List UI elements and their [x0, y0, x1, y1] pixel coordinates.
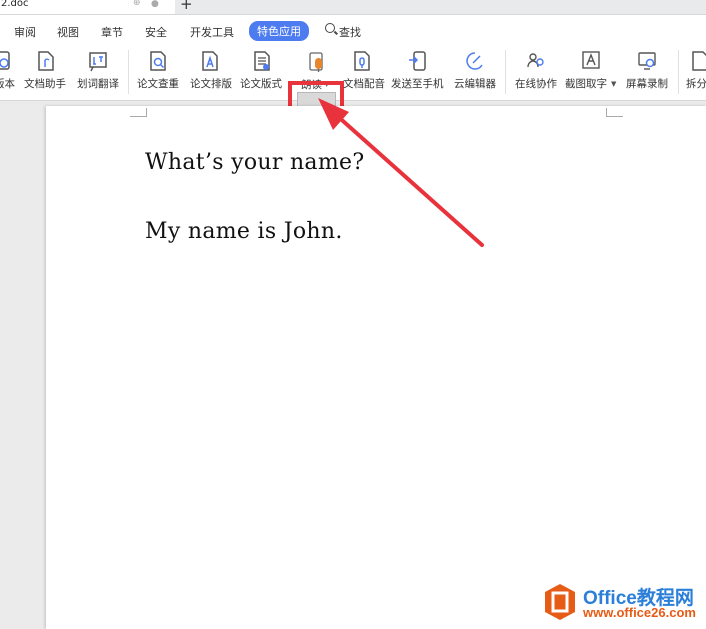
document-dubbing-label: 文档配音: [343, 78, 385, 90]
word-translate-button[interactable]: 划词翻译: [75, 44, 123, 98]
document-assistant-label: 文档助手: [24, 78, 66, 90]
split-label: 拆分: [686, 78, 706, 90]
word-translate-label: 划词翻译: [77, 78, 119, 90]
tab-status-dot-icon[interactable]: ●: [151, 0, 159, 9]
paper-format-icon: [254, 51, 270, 71]
menu-review[interactable]: 审阅: [14, 24, 36, 40]
office-logo: [545, 584, 575, 620]
ribbon-toolbar: 版本 文档助手 划词翻译 论文查重 论文排版 论文版式 朗读 ▼ 文档配音 发送…: [0, 44, 706, 143]
cloud-editor-icon: [466, 52, 483, 70]
menu-security[interactable]: 安全: [145, 24, 167, 40]
menu-find[interactable]: 查找: [339, 24, 361, 40]
menu-special-apps[interactable]: 特色应用: [249, 21, 309, 41]
menu-chapter[interactable]: 章节: [101, 24, 123, 40]
online-collaboration-icon: [527, 53, 544, 68]
document-dubbing-icon: [354, 51, 370, 71]
document-text-line[interactable]: My name is John.: [145, 219, 343, 244]
word-translate-icon: [89, 52, 107, 72]
screen-record-icon: [638, 52, 656, 70]
screenshot-ocr-button[interactable]: 截图取字 ▼: [565, 44, 617, 98]
cloud-editor-label: 云编辑器: [454, 78, 496, 90]
read-aloud-icon: [309, 52, 323, 72]
page-corner-mark: [130, 108, 147, 117]
paper-layout-button[interactable]: 论文排版: [186, 44, 234, 98]
paper-format-button[interactable]: 论文版式: [238, 44, 286, 98]
online-collaboration-button[interactable]: 在线协作: [512, 44, 560, 98]
version-icon: [0, 51, 10, 70]
split-icon: [692, 51, 706, 71]
version-label: 版本: [0, 78, 15, 90]
new-tab-button[interactable]: +: [180, 0, 193, 13]
screen-record-button[interactable]: 屏幕录制: [625, 44, 671, 98]
document-dubbing-button[interactable]: 文档配音: [343, 44, 385, 98]
document-page[interactable]: What’s your name? My name is John.: [46, 106, 706, 629]
send-to-phone-icon: [409, 51, 426, 71]
screenshot-ocr-label: 截图取字: [565, 78, 607, 90]
online-collaboration-label: 在线协作: [515, 78, 557, 90]
search-icon[interactable]: [325, 23, 335, 33]
document-assistant-button[interactable]: 文档助手: [22, 44, 70, 98]
send-to-phone-label: 发送至手机: [391, 78, 444, 90]
split-button[interactable]: 拆分: [684, 44, 706, 98]
version-button[interactable]: 版本: [0, 44, 20, 98]
send-to-phone-button[interactable]: 发送至手机: [391, 44, 447, 98]
pin-icon[interactable]: ⊕: [133, 0, 141, 8]
paper-layout-label: 论文排版: [190, 78, 232, 90]
screenshot-ocr-icon: [582, 51, 600, 69]
chevron-down-icon[interactable]: ▼: [611, 80, 616, 88]
ribbon-separator: [505, 50, 506, 94]
ribbon-separator: [678, 50, 679, 94]
paper-check-label: 论文查重: [137, 78, 179, 90]
watermark-url: www.office26.com: [583, 605, 696, 620]
document-tab-title: 2.doc: [1, 0, 29, 9]
screen-record-label: 屏幕录制: [626, 78, 668, 90]
paper-check-icon: [150, 51, 166, 71]
ribbon-separator: [128, 50, 129, 94]
paper-format-label: 论文版式: [240, 78, 282, 90]
paper-layout-icon: [202, 51, 218, 71]
document-text-line[interactable]: What’s your name?: [145, 150, 364, 175]
document-tab[interactable]: 2.doc ⊕ ●: [0, 0, 175, 14]
menu-bar: 审阅 视图 章节 安全 开发工具 特色应用 查找: [0, 15, 706, 44]
title-bar: 2.doc ⊕ ● +: [0, 0, 706, 15]
menu-view[interactable]: 视图: [57, 24, 79, 40]
paper-check-button[interactable]: 论文查重: [134, 44, 182, 98]
document-assistant-icon: [38, 51, 54, 71]
menu-developer-tools[interactable]: 开发工具: [190, 24, 234, 40]
page-corner-mark: [606, 108, 623, 117]
cloud-editor-button[interactable]: 云编辑器: [453, 44, 499, 98]
